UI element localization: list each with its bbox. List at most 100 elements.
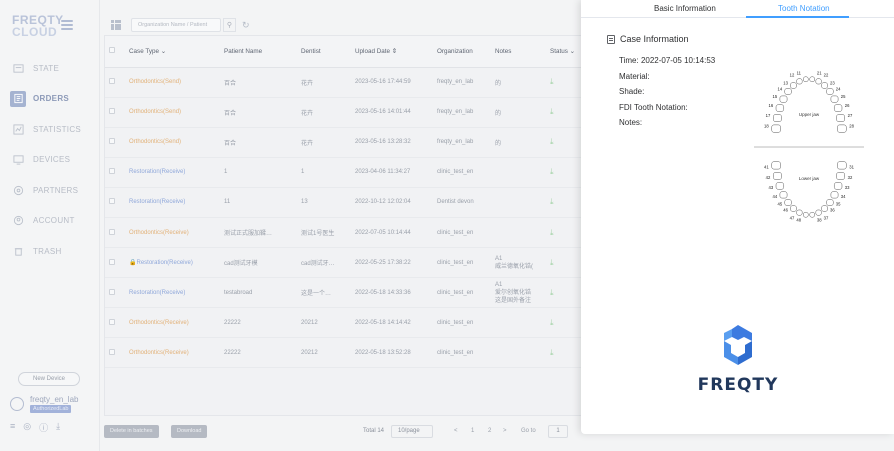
notes-cell: [491, 157, 546, 188]
case-type-link[interactable]: Restoration(Receive): [129, 290, 185, 296]
globe-icon[interactable]: ◎: [23, 421, 31, 434]
table-row[interactable]: Orthodontics(Send) 百合 花卉 2023-05-16 13:28:3…: [105, 127, 583, 158]
download-button[interactable]: Download: [171, 425, 208, 438]
status-cell: ⤓: [546, 217, 583, 249]
notes-row: Notes:: [619, 118, 643, 127]
case-type-link[interactable]: Orthodontics(Receive): [129, 350, 189, 356]
sidebar-item-statistics[interactable]: STATISTICS: [0, 119, 100, 139]
tooth-number-label: 28: [849, 124, 854, 129]
table-row[interactable]: Orthodontics(Receive) 22222 20212 2022-05-1…: [105, 307, 583, 339]
case-type-cell[interactable]: 🔒Restoration(Receive): [125, 247, 220, 279]
case-type-cell[interactable]: Orthodontics(Send): [125, 97, 220, 128]
table-row[interactable]: 🔒Restoration(Receive) cad测试牙模 cad测试牙… 2022-…: [105, 247, 583, 279]
list-icon[interactable]: ≡: [10, 421, 15, 434]
row-checkbox[interactable]: [109, 228, 115, 235]
new-device-button[interactable]: New Device: [18, 372, 80, 386]
sidebar-item-label: STATISTICS: [33, 124, 82, 134]
col-case-type[interactable]: Case Type ⌄: [125, 36, 220, 68]
col-upload-date[interactable]: Upload Date ⇕: [351, 36, 433, 68]
patient-cell: testabroad: [220, 277, 297, 309]
app-logo[interactable]: FREQTY CLOUD: [12, 14, 92, 40]
hamburger-menu-icon[interactable]: [61, 20, 73, 30]
case-type-cell[interactable]: Orthodontics(Send): [125, 127, 220, 158]
organization-cell: clinic_test_en: [433, 307, 491, 339]
row-checkbox[interactable]: [109, 138, 115, 145]
col-status[interactable]: Status ⌄: [546, 36, 583, 68]
download-icon[interactable]: ⤓: [550, 77, 554, 86]
patient-cell: 百合: [220, 67, 297, 98]
row-checkbox[interactable]: [109, 168, 115, 175]
tab-tooth-notation[interactable]: Tooth Notation: [778, 4, 830, 13]
tab-basic-information[interactable]: Basic Information: [654, 4, 716, 13]
table-row[interactable]: Restoration(Receive) 1 1 2023-04-06 11:34:2…: [105, 157, 583, 188]
dentist-cell: 花卉: [297, 97, 351, 128]
row-checkbox[interactable]: [109, 258, 115, 265]
page-1-button[interactable]: 1: [471, 428, 474, 434]
row-checkbox[interactable]: [109, 348, 115, 355]
page-2-button[interactable]: 2: [488, 428, 491, 434]
case-type-link[interactable]: Orthodontics(Send): [129, 139, 181, 145]
case-type-link[interactable]: Orthodontics(Receive): [129, 230, 189, 236]
tooth-number-label: 13: [783, 80, 788, 85]
download-icon[interactable]: ⤓: [550, 318, 554, 327]
page-size-select[interactable]: 10/page: [391, 425, 433, 438]
case-type-cell[interactable]: Orthodontics(Receive): [125, 337, 220, 369]
next-page-button[interactable]: >: [503, 428, 507, 434]
download-icon[interactable]: ⤓: [550, 348, 554, 357]
table-row[interactable]: Orthodontics(Receive) 22222 20212 2022-05-1…: [105, 337, 583, 369]
tooth-shape: [821, 82, 828, 89]
help-icon[interactable]: ⓘ: [39, 421, 48, 434]
table-row[interactable]: Restoration(Receive) 11 13 2022-10-12 12:02…: [105, 187, 583, 218]
tooth-shape: [773, 172, 782, 180]
goto-page-input[interactable]: 1: [548, 425, 568, 438]
download-icon[interactable]: ⤓: [550, 228, 554, 237]
tooth-shape: [809, 76, 815, 82]
prev-page-button[interactable]: <: [454, 428, 458, 434]
download-icon[interactable]: ⤓: [550, 197, 554, 206]
sidebar-item-partners[interactable]: PARTNERS: [0, 180, 100, 200]
row-checkbox[interactable]: [109, 108, 115, 115]
download-icon[interactable]: ⤓: [550, 137, 554, 146]
row-checkbox[interactable]: [109, 78, 115, 85]
tooth-shape: [803, 76, 809, 82]
sidebar-item-account[interactable]: ACCOUNT: [0, 211, 100, 231]
user-profile[interactable]: freqty_en_lab AuthorizedLab: [10, 395, 100, 415]
download-icon[interactable]: ⤓: [550, 167, 554, 176]
select-all-checkbox[interactable]: [109, 47, 115, 54]
row-checkbox[interactable]: [109, 198, 115, 205]
search-icon[interactable]: ⚲: [223, 18, 236, 32]
table-row[interactable]: Orthodontics(Send) 百合 花卉 2023-05-16 17:44:5…: [105, 67, 583, 98]
row-checkbox[interactable]: [109, 288, 115, 295]
case-type-link[interactable]: Restoration(Receive): [136, 260, 192, 266]
sidebar-item-orders[interactable]: ORDERS: [0, 89, 100, 109]
table-row[interactable]: Restoration(Receive) testabroad 这是一个… 2022-…: [105, 277, 583, 309]
row-checkbox[interactable]: [109, 318, 115, 325]
case-type-link[interactable]: Orthodontics(Send): [129, 109, 181, 115]
case-type-cell[interactable]: Orthodontics(Send): [125, 67, 220, 98]
download-icon[interactable]: ⤓: [550, 288, 554, 297]
download-icon[interactable]: ⤓: [550, 258, 554, 267]
case-type-link[interactable]: Orthodontics(Receive): [129, 320, 189, 326]
delete-batches-button[interactable]: Delete in batches: [104, 425, 159, 438]
table-row[interactable]: Orthodontics(Send) 百合 花卉 2023-05-16 14:01:4…: [105, 97, 583, 128]
case-type-cell[interactable]: Restoration(Receive): [125, 187, 220, 218]
sidebar-item-trash[interactable]: TRASH: [0, 241, 100, 261]
dentist-cell: 20212: [297, 307, 351, 339]
case-type-cell[interactable]: Restoration(Receive): [125, 157, 220, 188]
case-type-link[interactable]: Orthodontics(Send): [129, 79, 181, 85]
download-icon[interactable]: ⤓: [550, 107, 554, 116]
search-input[interactable]: Organization Name / Patient: [131, 18, 221, 32]
table-row[interactable]: Orthodontics(Receive) 测试正式服加鞣… 测试1号医生 2022-…: [105, 217, 583, 249]
refresh-icon[interactable]: ↻: [242, 20, 250, 31]
sidebar-item-state[interactable]: STATE: [0, 58, 100, 78]
tooth-number-label: 41: [764, 164, 769, 169]
case-type-link[interactable]: Restoration(Receive): [129, 169, 185, 175]
download-icon[interactable]: ⤓: [56, 421, 60, 434]
case-type-cell[interactable]: Orthodontics(Receive): [125, 217, 220, 249]
case-type-cell[interactable]: Restoration(Receive): [125, 277, 220, 309]
case-type-cell[interactable]: Orthodontics(Receive): [125, 307, 220, 339]
sidebar-item-devices[interactable]: DEVICES: [0, 150, 100, 170]
grid-view-icon[interactable]: [111, 20, 121, 30]
case-type-link[interactable]: Restoration(Receive): [129, 199, 185, 205]
tooth-chart-diagram[interactable]: Upper jaw Lower jaw 1112131415 16 17 18 21 22…: [749, 54, 869, 234]
